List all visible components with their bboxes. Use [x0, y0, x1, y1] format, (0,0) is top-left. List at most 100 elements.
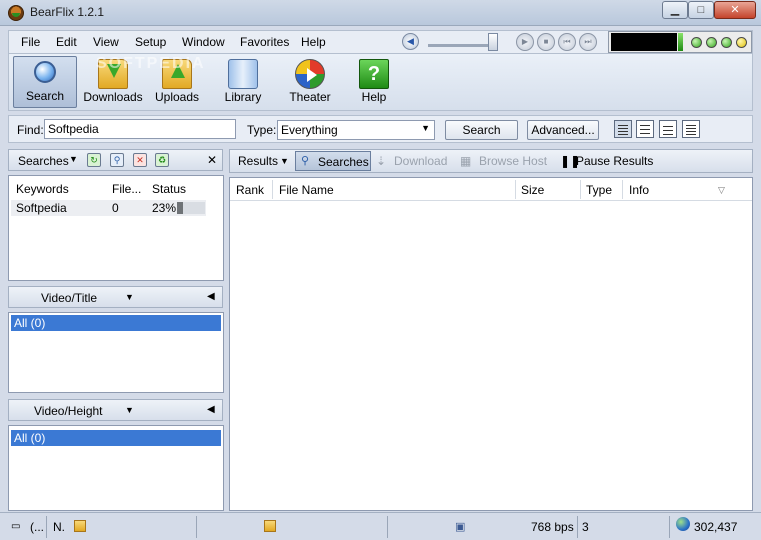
column-status[interactable]: Status [152, 182, 186, 196]
refresh-icon[interactable]: ↻ [87, 153, 101, 167]
filter-header-video-title[interactable]: Video/Title ▼ ◀ [8, 286, 223, 308]
maximize-button[interactable]: □ [688, 1, 714, 19]
pause-results-button[interactable]: Pause Results [576, 154, 653, 168]
folder-icon [264, 520, 276, 532]
column-info[interactable]: Info [629, 183, 649, 197]
results-toolbar: Results ▼ ⚲ Searches ⇣ Download ▦ Browse… [229, 149, 753, 173]
menu-window[interactable]: Window [182, 35, 225, 49]
volume-slider-thumb[interactable] [488, 33, 498, 51]
column-keywords[interactable]: Keywords [16, 182, 69, 196]
minimize-button[interactable]: ▁ [662, 1, 688, 19]
table-row[interactable]: Softpedia 0 23% [11, 200, 206, 216]
search-keyword: Softpedia [16, 201, 67, 215]
column-size[interactable]: Size [521, 183, 544, 197]
status-bandwidth: 768 bps [531, 520, 574, 534]
type-select-value: Everything [281, 123, 338, 137]
globe-icon [676, 517, 690, 531]
browse-host-button[interactable]: Browse Host [479, 154, 547, 168]
help-icon: ? [359, 59, 389, 89]
filter-title: Video/Height [34, 404, 103, 418]
type-label: Type: [247, 123, 277, 137]
column-rank[interactable]: Rank [236, 183, 264, 197]
title-bar: BearFlix 1.2.1 ▁ □ ✕ [0, 0, 761, 26]
filter-list-video-height: All (0) [8, 425, 224, 511]
download-icon: ⇣ [376, 154, 387, 168]
visualizer-screen [611, 33, 677, 51]
clear-icon[interactable]: ♻ [155, 153, 169, 167]
advanced-button[interactable]: Advanced... [527, 120, 599, 140]
results-grid: Rank File Name Size Type Info ▽ [229, 177, 753, 511]
status-led-icon [706, 37, 717, 48]
view-columns-icon[interactable] [636, 120, 654, 138]
filter-title: Video/Title [41, 291, 98, 305]
search-button[interactable]: Search [445, 120, 518, 140]
library-icon [228, 59, 258, 89]
results-grid-header: Rank File Name Size Type Info ▽ [230, 178, 752, 201]
menu-view[interactable]: View [93, 35, 119, 49]
search-progress-bar [177, 202, 205, 214]
status-connection: (... [30, 520, 44, 534]
search-tab-button[interactable]: Search [13, 56, 77, 108]
find-bar: Find: Softpedia Type: Everything ▼ Searc… [8, 115, 753, 143]
searches-dropdown[interactable]: Searches [18, 154, 69, 168]
column-type[interactable]: Type [586, 183, 612, 197]
type-select[interactable]: Everything ▼ [277, 120, 435, 140]
watermark: SOFTPEDIA [96, 55, 206, 72]
find-icon[interactable]: ⚲ [110, 153, 124, 167]
status-hosts: 302,437 [694, 520, 738, 534]
collapse-icon[interactable]: ◀ [207, 291, 215, 302]
searches-panel-header: Searches ▼ ↻ ⚲ ✕ ♻ ✕ [8, 149, 223, 171]
delete-icon[interactable]: ✕ [133, 153, 147, 167]
close-panel-button[interactable]: ✕ [207, 153, 217, 167]
status-bar: ▭ (... N. ▣ 768 bps 3 302,437 [0, 512, 761, 540]
menu-file[interactable]: File [21, 35, 40, 49]
list-item[interactable]: All (0) [11, 430, 221, 446]
volume-icon[interactable]: ◀ [402, 33, 419, 50]
column-file-name[interactable]: File Name [279, 183, 334, 197]
chevron-down-icon[interactable]: ▼ [280, 156, 289, 166]
theater-tab-button[interactable]: Theater [281, 56, 339, 108]
filter-list-video-title: All (0) [8, 312, 224, 393]
status-count: 3 [582, 520, 589, 534]
help-tab-button[interactable]: ? Help [349, 56, 399, 108]
searches-table: Keywords File... Status Softpedia 0 23% [8, 175, 224, 281]
folder-icon [74, 520, 86, 532]
previous-icon[interactable]: ⏮ [558, 33, 576, 51]
find-label: Find: [17, 123, 44, 137]
menu-favorites[interactable]: Favorites [240, 35, 289, 49]
view-detail-icon[interactable] [614, 120, 632, 138]
menu-help[interactable]: Help [301, 35, 326, 49]
view-compact-icon[interactable] [682, 120, 700, 138]
view-list-icon[interactable] [659, 120, 677, 138]
chevron-down-icon[interactable]: ▼ [125, 292, 134, 302]
column-chooser-icon[interactable]: ▽ [718, 185, 725, 196]
find-input[interactable]: Softpedia [44, 119, 236, 139]
play-icon[interactable]: ▶ [516, 33, 534, 51]
column-files[interactable]: File... [112, 182, 141, 196]
bear-app-icon [8, 5, 24, 21]
next-icon[interactable]: ⏭ [579, 33, 597, 51]
chevron-down-icon[interactable]: ▼ [69, 154, 78, 164]
close-window-button[interactable]: ✕ [714, 1, 756, 19]
visualizer-panel [608, 31, 752, 53]
menu-setup[interactable]: Setup [135, 35, 166, 49]
list-item[interactable]: All (0) [11, 315, 221, 331]
filter-header-video-height[interactable]: Video/Height ▼ ◀ [8, 399, 223, 421]
library-tab-button[interactable]: Library [215, 56, 271, 108]
chevron-down-icon[interactable]: ▼ [125, 405, 134, 415]
signal-level-bar [678, 33, 683, 51]
menu-edit[interactable]: Edit [56, 35, 77, 49]
browse-host-icon: ▦ [460, 154, 472, 168]
chevron-down-icon: ▼ [421, 123, 430, 133]
stop-icon[interactable]: ■ [537, 33, 555, 51]
download-button[interactable]: Download [394, 154, 447, 168]
status-led-icon [736, 37, 747, 48]
search-icon: ⚲ [301, 155, 310, 167]
searches-toggle-button[interactable]: ⚲ Searches [295, 151, 371, 171]
network-icon: ▣ [455, 521, 466, 533]
window-title: BearFlix 1.2.1 [30, 5, 105, 19]
results-dropdown[interactable]: Results [238, 154, 278, 168]
theater-icon [295, 59, 325, 89]
search-file-count: 0 [112, 201, 119, 215]
collapse-icon[interactable]: ◀ [207, 404, 215, 415]
